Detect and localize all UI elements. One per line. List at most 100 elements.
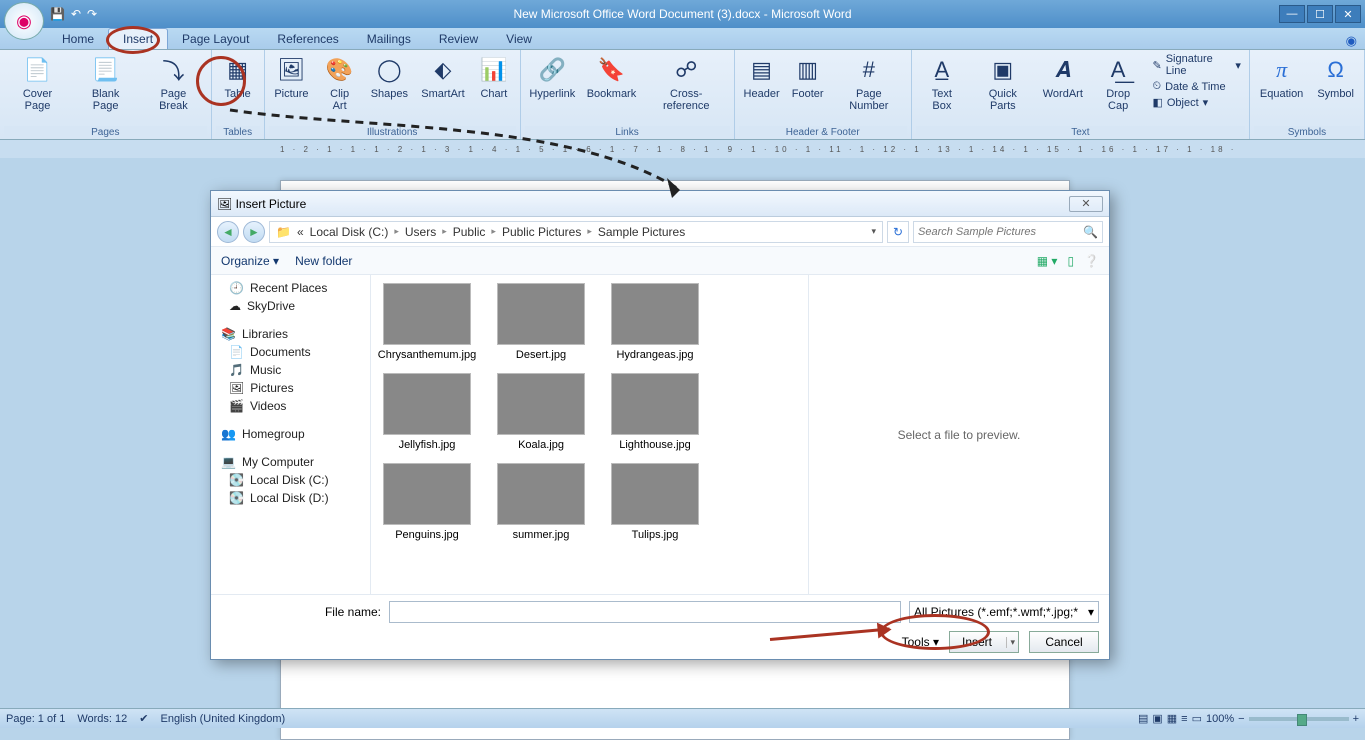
tab-mailings[interactable]: Mailings	[353, 29, 425, 49]
help-button[interactable]: ❔	[1084, 254, 1099, 268]
filename-input[interactable]	[389, 601, 901, 623]
organize-menu[interactable]: Organize ▾	[221, 254, 279, 268]
view-menu[interactable]: ▦ ▾	[1037, 254, 1058, 268]
dialog-close-button[interactable]: ✕	[1069, 196, 1103, 212]
nav-forward-button[interactable]: ►	[243, 221, 265, 243]
search-icon: 🔍	[1083, 225, 1098, 239]
chart-button[interactable]: 📊Chart	[472, 52, 515, 102]
file-thumbnail[interactable]: Hydrangeas.jpg	[607, 283, 703, 361]
close-button[interactable]: ✕	[1335, 5, 1361, 23]
group-text-label: Text	[916, 126, 1245, 139]
nav-back-button[interactable]: ◄	[217, 221, 239, 243]
hyperlink-button[interactable]: 🔗Hyperlink	[525, 52, 580, 102]
dropcap-button[interactable]: A͟Drop Cap	[1090, 52, 1147, 114]
search-input[interactable]	[918, 226, 1083, 238]
sidebar-videos[interactable]: 🎬 Videos	[217, 397, 364, 415]
crumb[interactable]: Public Pictures	[502, 225, 581, 239]
date-time-button[interactable]: ⏲ Date & Time	[1148, 79, 1244, 94]
blank-page-button[interactable]: 📃Blank Page	[73, 52, 138, 114]
group-illustrations-label: Illustrations	[269, 126, 516, 139]
crumb[interactable]: Sample Pictures	[598, 225, 685, 239]
status-page[interactable]: Page: 1 of 1	[6, 713, 65, 725]
cancel-button[interactable]: Cancel	[1029, 631, 1099, 653]
equation-button[interactable]: πEquation	[1254, 52, 1309, 102]
horizontal-ruler[interactable]: 1 · 2 · 1 · 1 · 1 · 2 · 1 · 3 · 1 · 4 · …	[0, 140, 1365, 158]
symbol-button[interactable]: ΩSymbol	[1311, 52, 1360, 102]
crumb[interactable]: Public	[453, 225, 486, 239]
status-language[interactable]: English (United Kingdom)	[160, 713, 285, 725]
file-thumbnail[interactable]: Koala.jpg	[493, 373, 589, 451]
undo-icon[interactable]: ↶	[71, 7, 81, 21]
search-box[interactable]: 🔍	[913, 221, 1103, 243]
view-print-layout[interactable]: ▤	[1138, 712, 1148, 725]
header-button[interactable]: ▤Header	[739, 52, 785, 102]
redo-icon[interactable]: ↷	[87, 7, 97, 21]
view-draft[interactable]: ▭	[1192, 712, 1202, 725]
sidebar-homegroup[interactable]: 👥 Homegroup	[217, 425, 364, 443]
office-button[interactable]: ◉	[4, 2, 44, 40]
sidebar-pictures[interactable]: 🖼 Pictures	[217, 379, 364, 397]
footer-button[interactable]: ▥Footer	[787, 52, 829, 102]
quickparts-button[interactable]: ▣Quick Parts	[970, 52, 1036, 114]
zoom-level[interactable]: 100%	[1206, 713, 1234, 725]
smartart-button[interactable]: ⬖SmartArt	[416, 52, 471, 102]
sidebar-documents[interactable]: 📄 Documents	[217, 343, 364, 361]
clipart-button[interactable]: 🎨Clip Art	[316, 52, 363, 114]
dialog-titlebar[interactable]: 🖼 Insert Picture ✕	[211, 191, 1109, 217]
wordart-button[interactable]: 𝑨WordArt	[1038, 52, 1088, 102]
view-web-layout[interactable]: ▦	[1167, 712, 1177, 725]
textbox-button[interactable]: A̲Text Box	[916, 52, 968, 114]
zoom-out-button[interactable]: −	[1238, 713, 1244, 725]
sidebar-skydrive[interactable]: ☁ SkyDrive	[217, 297, 364, 315]
title-bar: ◉ 💾 ↶ ↷ New Microsoft Office Word Docume…	[0, 0, 1365, 28]
tools-menu[interactable]: Tools ▾	[902, 635, 939, 649]
tab-insert[interactable]: Insert	[108, 28, 168, 49]
file-thumbnail[interactable]: summer.jpg	[493, 463, 589, 541]
sidebar-disk-c[interactable]: 💽 Local Disk (C:)	[217, 471, 364, 489]
tab-review[interactable]: Review	[425, 29, 492, 49]
file-type-filter[interactable]: All Pictures (*.emf;*.wmf;*.jpg;*▾	[909, 601, 1099, 623]
sidebar-libraries[interactable]: 📚 Libraries	[217, 325, 364, 343]
zoom-in-button[interactable]: +	[1353, 713, 1359, 725]
refresh-button[interactable]: ↻	[887, 221, 909, 243]
sidebar-music[interactable]: 🎵 Music	[217, 361, 364, 379]
tab-home[interactable]: Home	[48, 29, 108, 49]
tab-view[interactable]: View	[492, 29, 546, 49]
sidebar-disk-d[interactable]: 💽 Local Disk (D:)	[217, 489, 364, 507]
preview-pane-toggle[interactable]: ▯	[1067, 254, 1074, 268]
picture-button[interactable]: 🖼Picture	[269, 52, 315, 102]
help-icon[interactable]: ◉	[1346, 33, 1357, 49]
tab-references[interactable]: References	[263, 29, 352, 49]
file-thumbnail[interactable]: Jellyfish.jpg	[379, 373, 475, 451]
sidebar-recent-places[interactable]: 🕘 Recent Places	[217, 279, 364, 297]
file-thumbnail[interactable]: Lighthouse.jpg	[607, 373, 703, 451]
crumb[interactable]: Local Disk (C:)	[310, 225, 389, 239]
sidebar-my-computer[interactable]: 💻 My Computer	[217, 453, 364, 471]
address-bar[interactable]: 📁 « Local Disk (C:)▸ Users▸ Public▸ Publ…	[269, 221, 883, 243]
pagenum-button[interactable]: #Page Number	[831, 52, 907, 114]
view-full-screen[interactable]: ▣	[1152, 712, 1162, 725]
crossref-button[interactable]: ☍Cross-reference	[643, 52, 730, 114]
object-button[interactable]: ◧ Object ▾	[1148, 95, 1244, 110]
proofing-icon[interactable]: ✔	[139, 712, 148, 725]
shapes-button[interactable]: ◯Shapes	[365, 52, 414, 102]
page-break-button[interactable]: ⤵Page Break	[140, 52, 206, 114]
crumb[interactable]: Users	[405, 225, 436, 239]
file-thumbnail[interactable]: Tulips.jpg	[607, 463, 703, 541]
cover-page-button[interactable]: 📄Cover Page	[4, 52, 71, 114]
insert-button[interactable]: Insert	[949, 631, 1019, 653]
file-thumbnail[interactable]: Desert.jpg	[493, 283, 589, 361]
file-thumbnail[interactable]: Penguins.jpg	[379, 463, 475, 541]
new-folder-button[interactable]: New folder	[295, 254, 352, 268]
view-outline[interactable]: ≡	[1181, 713, 1187, 725]
zoom-slider[interactable]	[1249, 717, 1349, 721]
table-button[interactable]: ▦Table	[216, 52, 260, 102]
bookmark-button[interactable]: 🔖Bookmark	[582, 52, 641, 102]
save-icon[interactable]: 💾	[50, 7, 65, 21]
minimize-button[interactable]: —	[1279, 5, 1305, 23]
signature-line-button[interactable]: ✎ Signature Line ▾	[1148, 52, 1244, 78]
tab-page-layout[interactable]: Page Layout	[168, 29, 263, 49]
status-words[interactable]: Words: 12	[77, 713, 127, 725]
maximize-button[interactable]: ☐	[1307, 5, 1333, 23]
file-thumbnail[interactable]: Chrysanthemum.jpg	[379, 283, 475, 361]
